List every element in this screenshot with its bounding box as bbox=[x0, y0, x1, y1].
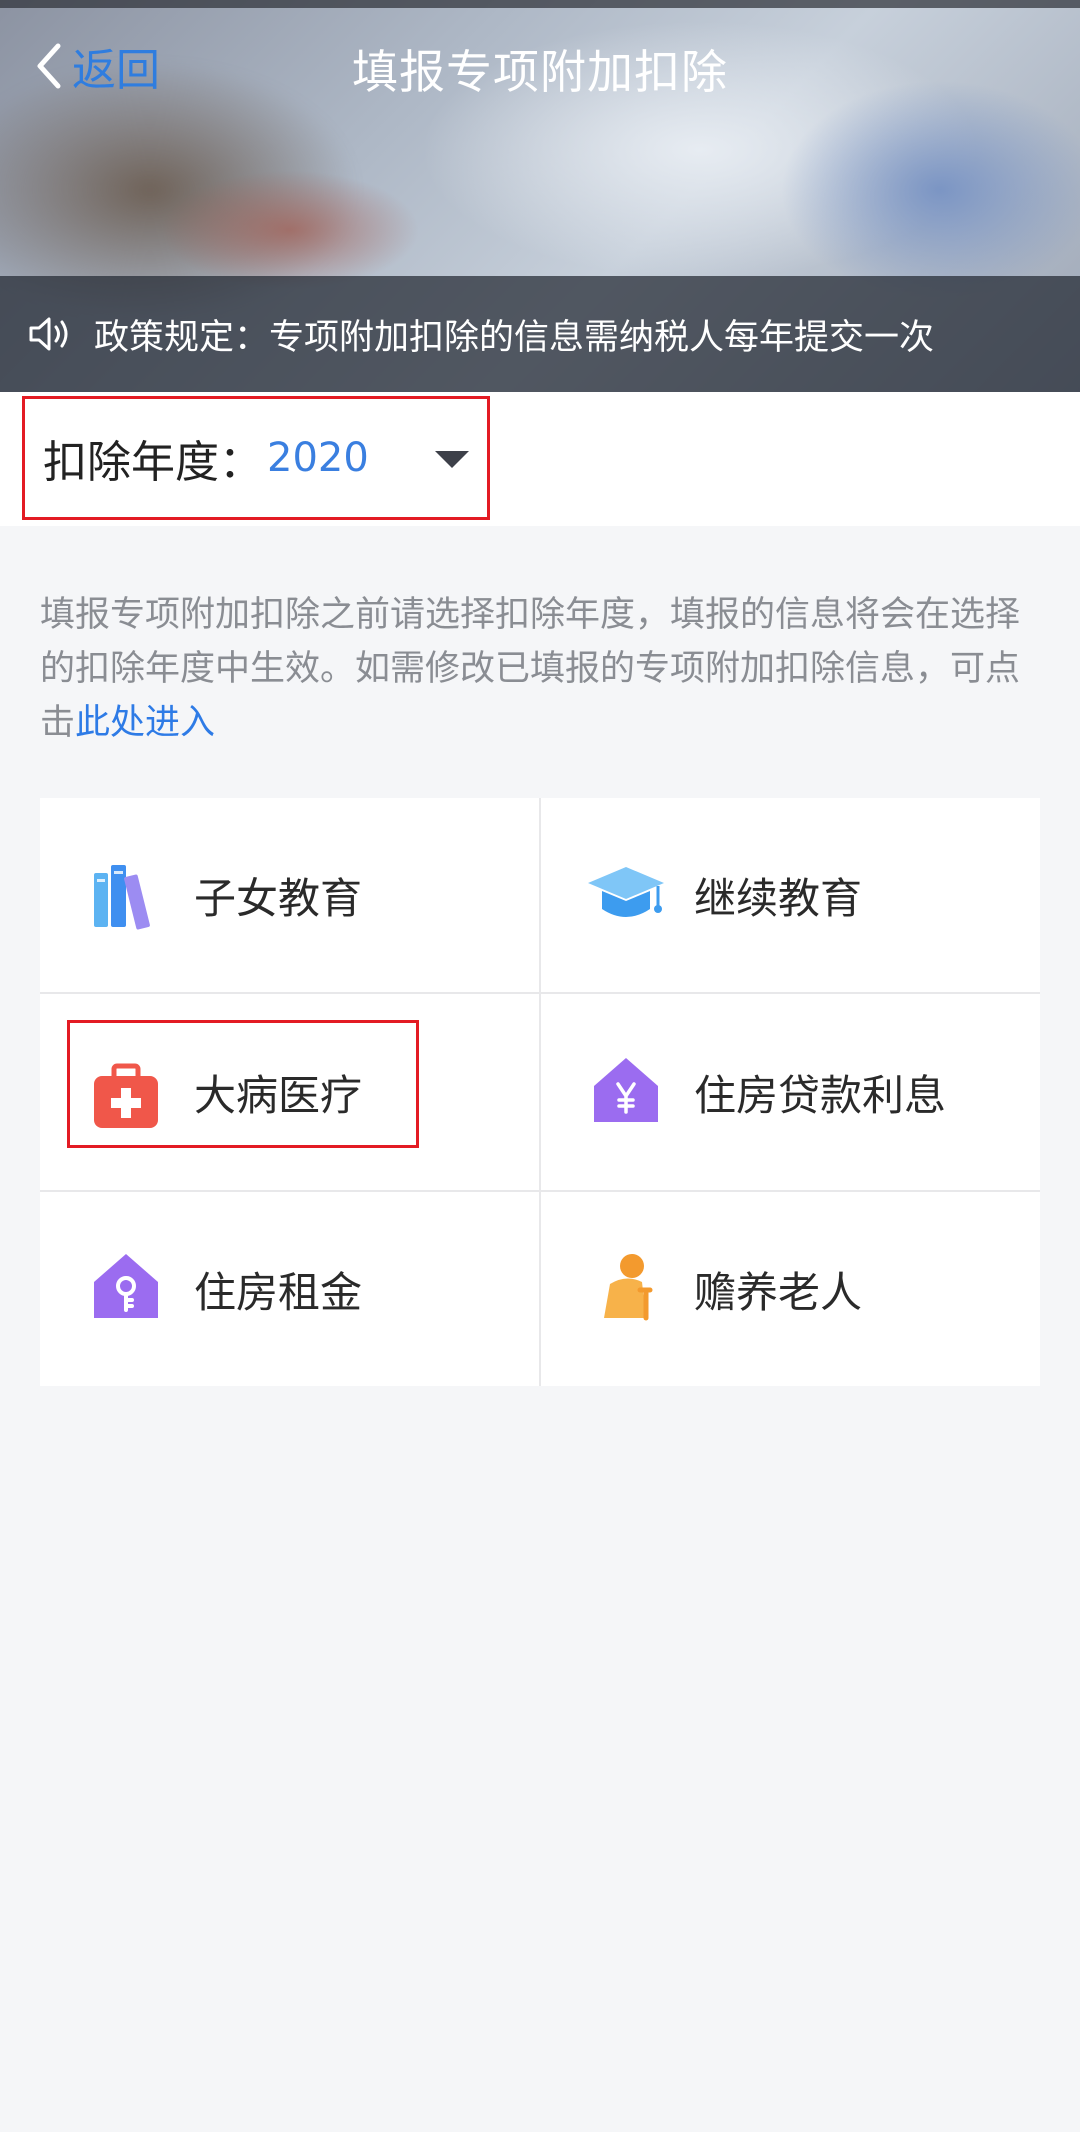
category-label: 子女教育 bbox=[194, 873, 363, 923]
house-key-icon bbox=[94, 1254, 158, 1318]
category-continuing-education[interactable]: 继续教育 bbox=[540, 798, 1040, 992]
policy-notice-bar: 政策规定：专项附加扣除的信息需纳税人每年提交一次 bbox=[0, 276, 1080, 392]
medical-kit-icon bbox=[94, 1063, 158, 1128]
banner-bg-shape bbox=[780, 80, 1080, 300]
category-elderly-support[interactable]: 赡养老人 bbox=[540, 1192, 1040, 1386]
banner-bg-shape bbox=[160, 170, 420, 290]
deduction-category-grid: 子女教育 继续教育 大病医疗 住房贷款利息 住房租金 赡养老人 bbox=[40, 798, 1040, 1386]
year-label: 扣除年度： bbox=[43, 437, 263, 488]
house-yen-icon bbox=[594, 1058, 658, 1122]
page-title: 填报专项附加扣除 bbox=[352, 45, 728, 99]
caret-down-icon bbox=[435, 451, 469, 468]
category-label: 赡养老人 bbox=[694, 1267, 863, 1317]
year-value: 2020 bbox=[267, 435, 369, 481]
header-banner: 返回 填报专项附加扣除 政策规定：专项附加扣除的信息需纳税人每年提交一次 bbox=[0, 0, 1080, 392]
category-label: 住房租金 bbox=[194, 1267, 363, 1317]
category-label: 继续教育 bbox=[694, 873, 863, 923]
elderly-person-icon bbox=[604, 1254, 653, 1321]
year-selector-row: 扣除年度： 2020 bbox=[0, 392, 1080, 526]
category-housing-loan-interest[interactable]: 住房贷款利息 bbox=[540, 994, 1040, 1190]
category-label: 大病医疗 bbox=[194, 1070, 363, 1120]
hint-text-block: 填报专项附加扣除之前请选择扣除年度，填报的信息将会在选择的扣除年度中生效。如需修… bbox=[40, 588, 1040, 750]
category-children-education[interactable]: 子女教育 bbox=[40, 798, 540, 992]
books-icon bbox=[94, 865, 150, 930]
policy-notice-text: 政策规定：专项附加扣除的信息需纳税人每年提交一次 bbox=[94, 317, 935, 358]
graduation-cap-icon bbox=[588, 867, 664, 917]
category-housing-rent[interactable]: 住房租金 bbox=[40, 1192, 540, 1386]
year-selector[interactable]: 扣除年度： 2020 bbox=[22, 396, 490, 520]
category-serious-illness-medical[interactable]: 大病医疗 bbox=[40, 994, 540, 1190]
edit-existing-link[interactable]: 此处进入 bbox=[75, 703, 215, 743]
status-bar-shade bbox=[0, 0, 1080, 8]
category-label: 住房贷款利息 bbox=[694, 1070, 947, 1120]
speaker-icon bbox=[29, 317, 68, 351]
